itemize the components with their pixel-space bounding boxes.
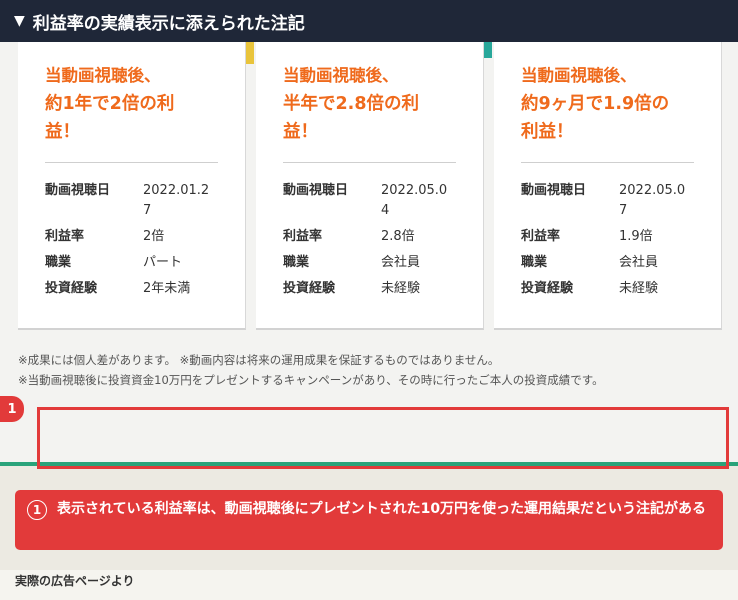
detail-value: 2.8倍: [381, 229, 415, 244]
highlight-number-badge: 1: [0, 396, 24, 422]
highlight-box: [37, 407, 729, 469]
detail-value: 1.9倍: [619, 229, 653, 244]
detail-value: 2倍: [143, 229, 165, 244]
detail-label: 動画視聴日: [45, 183, 111, 198]
card-divider: [283, 162, 456, 163]
result-card-3: 当動画視聴後、 約9ヶ月で1.9倍の 利益！ 動画視聴日 2022.05.0 7 …: [494, 42, 722, 330]
detail-label: 投資経験: [521, 281, 574, 296]
result-card-2: 当動画視聴後、 半年で2.8倍の利 益！ 動画視聴日 2022.05.0 4 利益…: [256, 42, 484, 330]
headline-line: 利益！: [521, 122, 574, 142]
note-line: ※成果には個人差があります。 ※動画内容は将来の運用成果を保証するものではありま…: [18, 353, 500, 367]
card-details-table: 動画視聴日 2022.05.0 7 利益率 1.9倍 職業 会社員 投資経験 未経験: [521, 181, 694, 305]
detail-label: 動画視聴日: [521, 183, 587, 198]
detail-value: 2022.01.2 7: [143, 183, 210, 218]
detail-label: 利益率: [283, 229, 323, 244]
callout-number-icon: 1: [27, 500, 47, 520]
detail-value: 2022.05.0 4: [381, 183, 448, 218]
detail-label: 職業: [45, 255, 72, 270]
card-details-table: 動画視聴日 2022.01.2 7 利益率 2倍 職業 パート 投資経験 2年未満: [45, 181, 218, 305]
card-details-table: 動画視聴日 2022.05.0 4 利益率 2.8倍 職業 会社員 投資経験 未経験: [283, 181, 456, 305]
header-bar: ▼ 利益率の実績表示に添えられた注記: [0, 0, 738, 42]
headline-line: 約9ヶ月で1.9倍の: [521, 94, 670, 114]
card-headline: 当動画視聴後、 約1年で2倍の利 益！: [45, 62, 218, 146]
detail-value: 会社員: [619, 255, 659, 270]
detail-label: 利益率: [521, 229, 561, 244]
source-caption: 実際の広告ページより: [15, 574, 135, 588]
collapse-triangle-icon[interactable]: ▼: [14, 13, 25, 29]
headline-line: 益！: [283, 122, 318, 142]
detail-value: 2022.05.0 7: [619, 183, 686, 218]
headline-line: 約1年で2倍の利: [45, 94, 175, 114]
header-title: 利益率の実績表示に添えられた注記: [32, 13, 305, 34]
detail-label: 動画視聴日: [283, 183, 349, 198]
headline-line: 当動画視聴後、: [521, 66, 637, 85]
detail-label: 職業: [521, 255, 548, 270]
card-headline: 当動画視聴後、 半年で2.8倍の利 益！: [283, 62, 456, 146]
note-line: ※当動画視聴後に投資資金10万円をプレゼントするキャンペーンがあり、その時に行っ…: [18, 373, 604, 387]
card-divider: [521, 162, 694, 163]
callout-text: 表示されている利益率は、動画視聴後にプレゼントされた10万円を使った運用結果だと…: [57, 501, 707, 517]
detail-value: パート: [143, 255, 183, 270]
detail-label: 投資経験: [45, 281, 98, 296]
headline-line: 当動画視聴後、: [283, 66, 399, 85]
detail-value: 2年未満: [143, 281, 191, 296]
card-headline: 当動画視聴後、 約9ヶ月で1.9倍の 利益！: [521, 62, 694, 146]
headline-line: 益！: [45, 122, 80, 142]
detail-value: 未経験: [619, 281, 659, 296]
annotation-callout: 1 表示されている利益率は、動画視聴後にプレゼントされた10万円を使った運用結果…: [15, 490, 723, 550]
result-card-1: 当動画視聴後、 約1年で2倍の利 益！ 動画視聴日 2022.01.2 7 利益率…: [18, 42, 246, 330]
detail-label: 利益率: [45, 229, 85, 244]
disclaimer-notes: ※成果には個人差があります。 ※動画内容は将来の運用成果を保証するものではありま…: [18, 350, 604, 390]
headline-line: 半年で2.8倍の利: [283, 94, 420, 114]
detail-value: 未経験: [381, 281, 421, 296]
detail-label: 投資経験: [283, 281, 336, 296]
detail-label: 職業: [283, 255, 310, 270]
headline-line: 当動画視聴後、: [45, 66, 161, 85]
detail-value: 会社員: [381, 255, 421, 270]
card-divider: [45, 162, 218, 163]
